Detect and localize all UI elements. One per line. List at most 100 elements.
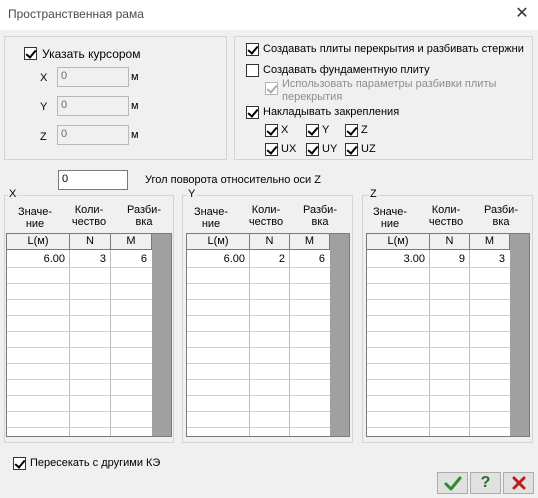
vertical-scrollbar[interactable] (152, 234, 171, 436)
header-line: Коли- (74, 204, 104, 216)
create-slabs-label: Создавать плиты перекрытия и разбивать с… (263, 43, 524, 55)
row-divider (7, 299, 152, 300)
constraint-z-checkbox[interactable] (345, 124, 358, 137)
column-header: M (111, 234, 152, 250)
constraint-uy-checkbox[interactable] (306, 143, 319, 156)
table-cell[interactable]: 3.00 (367, 251, 429, 267)
row-divider (7, 379, 152, 380)
rotation-angle-field[interactable]: 0 (58, 170, 128, 190)
header-line: Разби- (484, 204, 518, 216)
header-line: вка (135, 216, 153, 228)
column-header: M (470, 234, 510, 250)
x-coordinate-field[interactable]: 0 (57, 67, 129, 87)
header-line: Разби- (127, 204, 161, 216)
table-cell[interactable]: 2 (250, 251, 289, 267)
close-icon[interactable]: ✕ (514, 6, 530, 22)
row-divider (7, 347, 152, 348)
vertical-scrollbar[interactable] (510, 234, 529, 436)
panel-x-table[interactable]: L(м) N M 6.00 3 6 (6, 233, 172, 437)
table-cell[interactable]: 3 (70, 251, 110, 267)
panel-y-header-count: Коли- чество (241, 204, 291, 228)
cross-icon (512, 476, 525, 490)
header-line: Значе- (17, 206, 53, 218)
row-divider (367, 331, 510, 332)
row-divider (367, 347, 510, 348)
row-divider (7, 331, 152, 332)
column-divider (69, 250, 70, 436)
panel-z-header-count: Коли- чество (421, 204, 471, 228)
panel-z-letter: Z (369, 188, 378, 200)
window-title: Пространственная рама (8, 7, 144, 21)
ok-button[interactable] (437, 472, 468, 494)
help-button[interactable]: ? (470, 472, 501, 494)
row-divider (187, 267, 330, 268)
y-coordinate-field[interactable]: 0 (57, 96, 129, 116)
y-unit-label: м (131, 100, 139, 112)
table-cell[interactable]: 9 (430, 251, 469, 267)
apply-constraints-label: Накладывать закрепления (263, 106, 400, 118)
table-cell[interactable]: 6 (290, 251, 329, 267)
row-divider (187, 283, 330, 284)
apply-constraints-checkbox[interactable] (246, 106, 259, 119)
create-foundation-checkbox[interactable] (246, 64, 259, 77)
panel-y-header-value: Значе- ние (186, 206, 236, 230)
cursor-checkbox[interactable] (24, 47, 37, 60)
checkmark-icon (444, 476, 461, 491)
panel-z-header-value: Значе- ние (365, 206, 415, 230)
panel-z-table[interactable]: L(м) N M 3.00 9 3 (366, 233, 530, 437)
vertical-scrollbar[interactable] (330, 234, 349, 436)
row-divider (187, 411, 330, 412)
column-header: L(м) (367, 234, 430, 250)
row-divider (7, 267, 152, 268)
table-cell[interactable]: 6.00 (187, 251, 249, 267)
header-line: ние (380, 218, 400, 230)
column-divider (289, 250, 290, 436)
constraint-x-checkbox[interactable] (265, 124, 278, 137)
constraint-x-label: X (281, 124, 289, 136)
dialog-client: Указать курсором X 0 м Y 0 м Z 0 м Созда… (0, 30, 538, 498)
header-line: чество (71, 216, 107, 228)
panel-x-header-split: Разби- вка (122, 204, 166, 228)
row-divider (367, 283, 510, 284)
cancel-button[interactable] (503, 472, 534, 494)
z-axis-label: Z (40, 131, 47, 143)
intersect-label: Пересекать с другими КЭ (30, 457, 161, 469)
row-divider (7, 315, 152, 316)
row-divider (187, 363, 330, 364)
column-divider (110, 250, 111, 436)
column-header: L(м) (187, 234, 250, 250)
row-divider (7, 411, 152, 412)
question-icon: ? (480, 474, 491, 491)
create-foundation-label: Создавать фундаментную плиту (263, 64, 430, 76)
y-axis-label: Y (40, 101, 48, 113)
row-divider (7, 427, 152, 428)
header-line: чество (428, 216, 464, 228)
x-unit-label: м (131, 71, 139, 83)
title-bar: Пространственная рама ✕ (0, 0, 538, 30)
constraint-z-label: Z (361, 124, 368, 136)
panel-y-table[interactable]: L(м) N M 6.00 2 6 (186, 233, 350, 437)
constraint-uz-checkbox[interactable] (345, 143, 358, 156)
z-coordinate-field[interactable]: 0 (57, 125, 129, 145)
create-slabs-checkbox[interactable] (246, 43, 259, 56)
row-divider (187, 379, 330, 380)
column-divider (249, 250, 250, 436)
constraint-ux-label: UX (281, 143, 297, 155)
row-divider (187, 347, 330, 348)
row-divider (187, 299, 330, 300)
intersect-checkbox[interactable] (13, 457, 26, 470)
row-divider (367, 299, 510, 300)
header-line: Разби- (303, 204, 337, 216)
constraint-y-checkbox[interactable] (306, 124, 319, 137)
table-cell[interactable]: 6.00 (7, 251, 69, 267)
table-cell[interactable]: 3 (470, 251, 509, 267)
header-line: ние (25, 218, 45, 230)
panel-x-header-count: Коли- чество (64, 204, 114, 228)
row-divider (367, 427, 510, 428)
table-cell[interactable]: 6 (111, 251, 151, 267)
column-header: N (70, 234, 111, 250)
use-params-checkbox[interactable] (265, 82, 278, 95)
row-divider (187, 315, 330, 316)
header-line: вка (492, 216, 510, 228)
constraint-ux-checkbox[interactable] (265, 143, 278, 156)
